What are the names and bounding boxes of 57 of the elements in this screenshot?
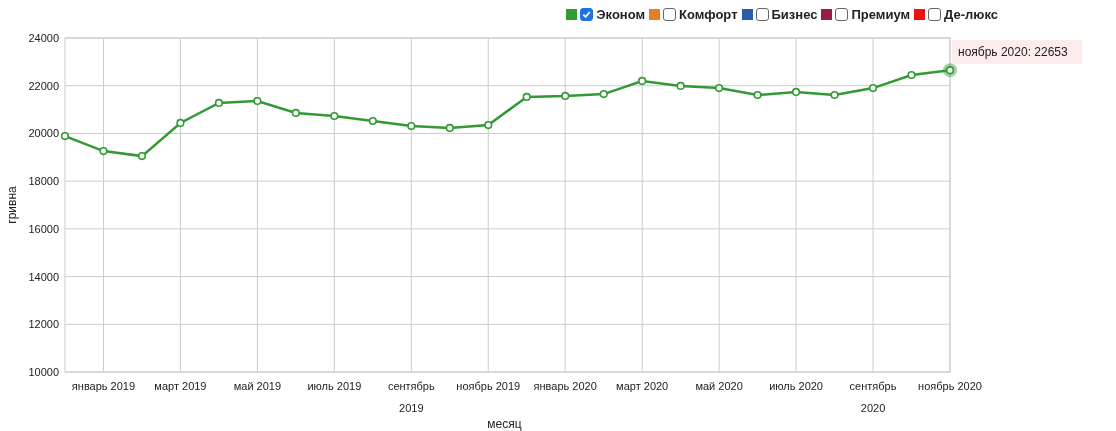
legend-checkbox[interactable] <box>663 7 677 21</box>
data-point[interactable] <box>522 92 531 102</box>
data-point[interactable] <box>176 118 185 128</box>
data-point[interactable] <box>945 66 955 75</box>
x-axis-title: месяц <box>487 417 522 431</box>
x-tick-label: март 2019 <box>154 380 207 392</box>
data-point[interactable] <box>715 84 724 93</box>
data-point[interactable] <box>753 90 762 100</box>
data-point[interactable] <box>137 152 147 161</box>
y-tick-label: 24000 <box>28 32 59 44</box>
y-tick-label: 10000 <box>28 366 59 378</box>
legend-label: Премиум <box>851 6 911 22</box>
x-tick-label: ноябрь 2020 <box>918 380 982 392</box>
x-tick-label: сентябрь 2019 <box>387 380 435 414</box>
legend-label: Эконом <box>596 6 646 22</box>
data-point[interactable] <box>368 116 377 126</box>
x-tick-label: ноябрь 2019 <box>456 380 521 392</box>
y-tick-label: 18000 <box>28 175 59 188</box>
data-point[interactable] <box>407 121 416 131</box>
x-tick-label: май 2020 <box>695 380 743 392</box>
data-point[interactable] <box>214 98 223 107</box>
data-point[interactable] <box>253 96 262 106</box>
data-point[interactable] <box>99 147 108 156</box>
data-point[interactable] <box>330 111 339 121</box>
x-tick-label: июль 2020 <box>769 380 823 392</box>
x-tick-label: май 2019 <box>233 380 282 392</box>
x-tick-label: июль 2019 <box>307 380 362 392</box>
data-point[interactable] <box>792 87 801 96</box>
data-point[interactable] <box>907 70 916 80</box>
x-tick-label: март 2020 <box>616 380 669 392</box>
legend-label: Комфорт <box>679 6 738 22</box>
legend-checkbox[interactable] <box>580 7 594 21</box>
x-tick-label: январь 2019 <box>71 380 136 392</box>
data-point[interactable] <box>830 90 839 100</box>
tooltip: ноябрь 2020: 22653 <box>952 40 1082 65</box>
data-point[interactable] <box>638 76 647 86</box>
data-point[interactable] <box>599 89 608 99</box>
y-tick-label: 14000 <box>28 270 59 283</box>
data-point[interactable] <box>60 131 70 141</box>
y-tick-label: 20000 <box>28 127 59 140</box>
legend-label: Де-люкс <box>944 6 998 22</box>
x-tick-label: сентябрь 2020 <box>849 380 897 414</box>
legend-label: Бизнес <box>771 6 818 22</box>
y-axis-title: гривна <box>5 186 19 224</box>
x-tick-label: январь 2020 <box>533 380 597 392</box>
y-tick-label: 22000 <box>28 79 59 92</box>
data-point[interactable] <box>291 108 300 117</box>
data-point[interactable] <box>445 123 454 133</box>
legend-checkbox[interactable] <box>835 7 849 21</box>
y-tick-label: 16000 <box>28 222 59 235</box>
data-point[interactable] <box>868 84 878 93</box>
y-tick-label: 12000 <box>28 318 59 331</box>
data-point[interactable] <box>676 81 685 91</box>
legend-checkbox[interactable] <box>928 7 942 21</box>
legend-checkbox[interactable] <box>755 7 769 21</box>
data-point[interactable] <box>561 91 570 101</box>
data-point[interactable] <box>484 121 493 130</box>
